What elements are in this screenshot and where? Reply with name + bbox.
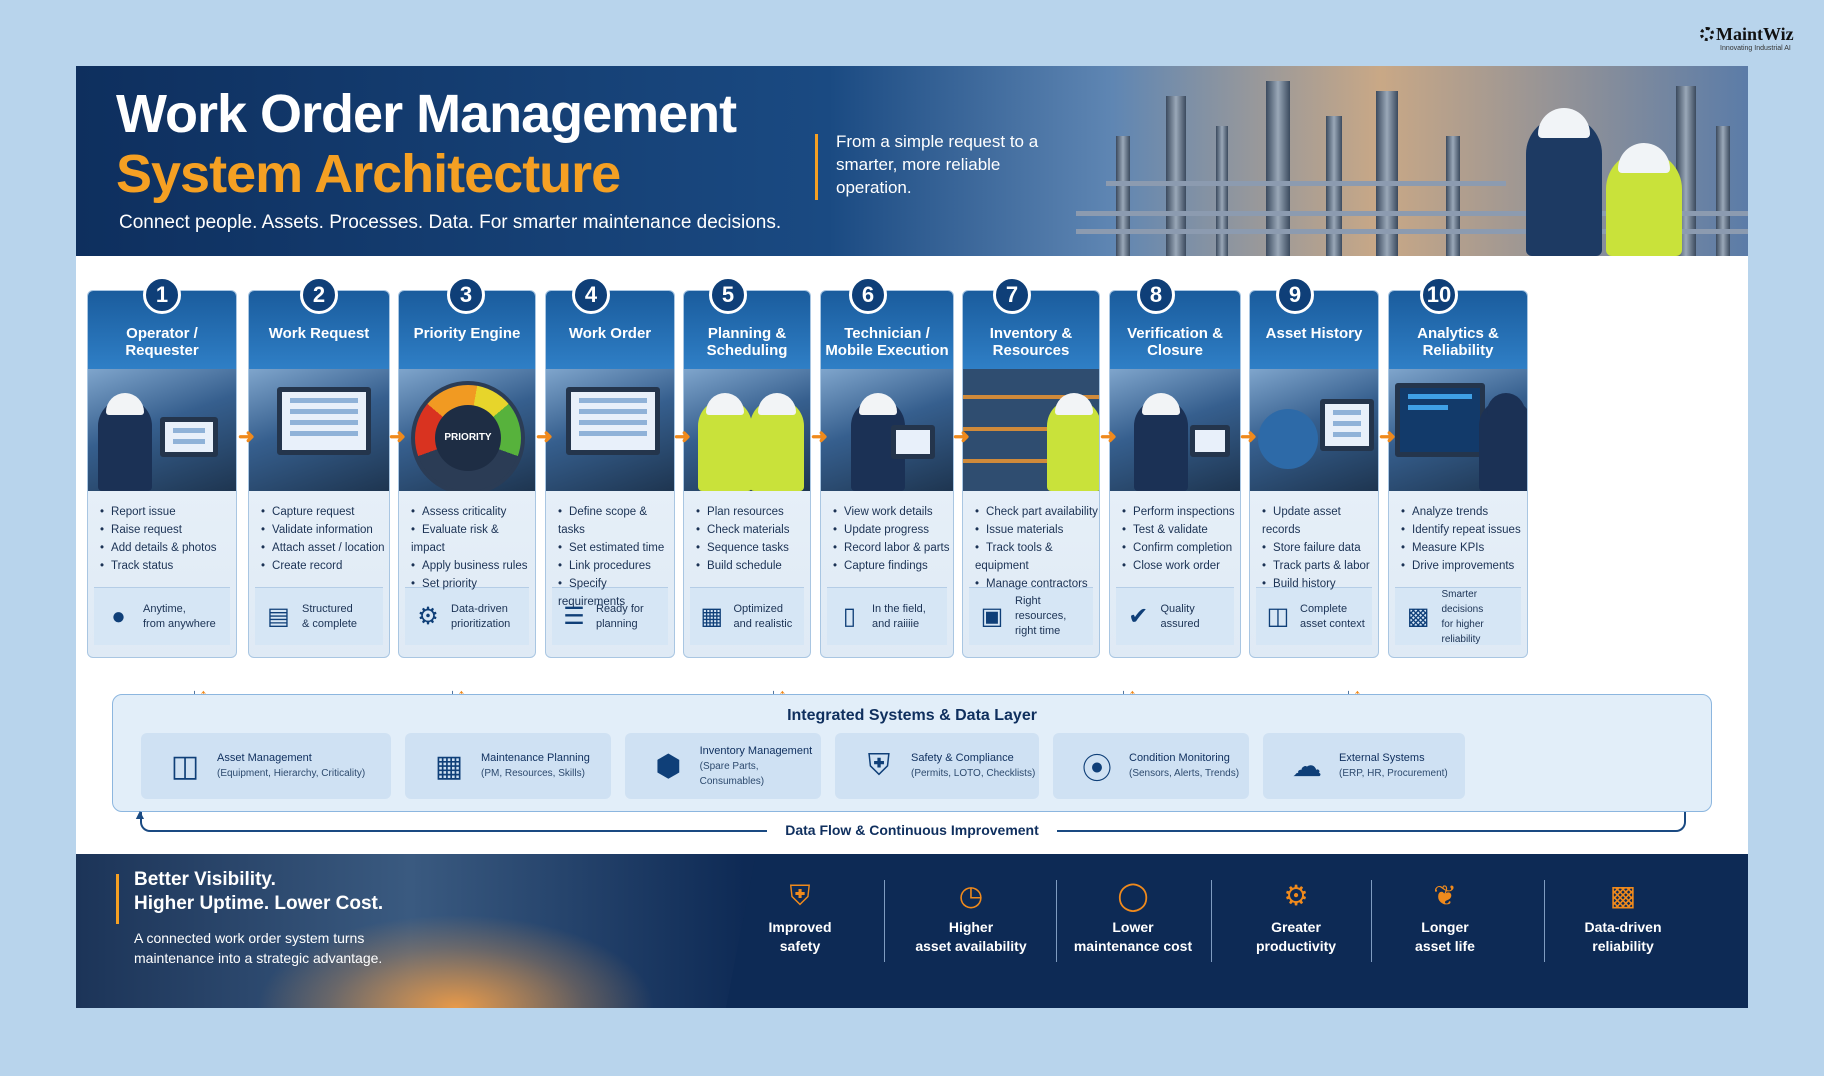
calendar-icon: ▦ bbox=[700, 603, 724, 630]
step-number-9: 9 bbox=[1276, 276, 1314, 314]
step-number-2: 2 bbox=[300, 276, 338, 314]
box-icon: ▣ bbox=[980, 603, 1004, 630]
data-flow-label: Data Flow & Continuous Improvement bbox=[76, 822, 1748, 840]
worker-figure bbox=[1606, 143, 1682, 256]
step-priority-engine: Priority Engine PRIORITY Assess critical… bbox=[398, 290, 536, 658]
hero-tagline: Connect people. Assets. Processes. Data.… bbox=[119, 212, 782, 233]
cube-icon: ⬢ bbox=[655, 749, 682, 783]
step-number-5: 5 bbox=[709, 276, 747, 314]
quote-accent-bar bbox=[815, 134, 818, 200]
bar-chart-icon: ▩ bbox=[1406, 603, 1430, 630]
system-condition-monitoring: ⦿ Condition Monitoring (Sensors, Alerts, T… bbox=[1053, 733, 1249, 799]
system-safety-compliance: ⛨ Safety & Compliance (Permits, LOTO, Chec… bbox=[835, 733, 1039, 799]
system-maintenance-planning: ▦ Maintenance Planning (PM, Resources, Ski… bbox=[405, 733, 611, 799]
system-inventory-management: ⬢ Inventory Management (Spare Parts, Consu… bbox=[625, 733, 821, 799]
step-image bbox=[963, 369, 1099, 491]
hero-quote: From a simple request to a smarter, more… bbox=[836, 132, 1039, 197]
database-icon: ◫ bbox=[170, 749, 200, 783]
step-number-8: 8 bbox=[1137, 276, 1175, 314]
step-inventory-resources: Inventory & Resources Check part availab… bbox=[962, 290, 1100, 658]
step-number-4: 4 bbox=[572, 276, 610, 314]
benefits-panel: ⛨ Improved safety ◷ Higher asset availabilit… bbox=[726, 854, 1748, 1008]
step-number-10: 10 bbox=[1420, 276, 1458, 314]
cloud-icon: ☁ bbox=[1292, 749, 1322, 783]
gear-logo-icon bbox=[1700, 27, 1714, 41]
step-image bbox=[821, 369, 953, 491]
step-operator: Operator / Requester Report issueRaise r… bbox=[87, 290, 237, 658]
arrow-right-icon: ➜ bbox=[1100, 426, 1117, 448]
footer-description: A connected work order system turns maint… bbox=[134, 930, 383, 966]
priority-gauge: PRIORITY bbox=[411, 381, 525, 491]
arrow-right-icon: ➜ bbox=[953, 426, 970, 448]
step-number-6: 6 bbox=[849, 276, 887, 314]
database-icon: ◫ bbox=[1266, 603, 1290, 630]
step-planning-scheduling: Planning & Scheduling Plan resourcesChec… bbox=[683, 290, 811, 658]
step-analytics-reliability: Analytics & Reliability Analyze trendsId… bbox=[1388, 290, 1528, 658]
system-asset-management: ◫ Asset Management (Equipment, Hierarchy, … bbox=[141, 733, 391, 799]
step-number-7: 7 bbox=[993, 276, 1031, 314]
step-number-3: 3 bbox=[447, 276, 485, 314]
arrow-right-icon: ➜ bbox=[674, 426, 691, 448]
gear-icon: ⚙ bbox=[417, 603, 439, 630]
integrated-data-layer: Integrated Systems & Data Layer ◫ Asset M… bbox=[112, 694, 1712, 812]
leaf-icon: ❦ bbox=[1433, 880, 1457, 911]
engineer-figure bbox=[1526, 108, 1602, 256]
growth-chart-icon: ▩ bbox=[1609, 880, 1637, 911]
step-image bbox=[88, 369, 236, 491]
step-image bbox=[1250, 369, 1378, 491]
benefit-asset-life: ❦ Longer asset life bbox=[1360, 880, 1530, 956]
step-technician-mobile: Technician / Mobile Execution View work … bbox=[820, 290, 954, 658]
arrow-up-icon: ▲ bbox=[133, 806, 147, 822]
calendar-icon: ▦ bbox=[434, 749, 464, 783]
benefit-reliability: ▩ Data-driven reliability bbox=[1538, 880, 1708, 956]
step-image bbox=[1110, 369, 1240, 491]
footer-headline: Better Visibility. Higher Uptime. Lower C… bbox=[134, 869, 384, 914]
step-image bbox=[1389, 369, 1527, 491]
page-title-line2: System Architecture bbox=[116, 144, 621, 204]
step-work-request: Work Request Capture requestValidate inf… bbox=[248, 290, 390, 658]
arrow-right-icon: ➜ bbox=[1240, 426, 1257, 448]
arrow-right-icon: ➜ bbox=[1379, 426, 1396, 448]
benefits-footer: Better Visibility. Higher Uptime. Lower C… bbox=[76, 854, 1748, 1008]
step-number-1: 1 bbox=[143, 276, 181, 314]
benefit-safety: ⛨ Improved safety bbox=[730, 880, 870, 956]
signal-icon: ⦿ bbox=[1082, 753, 1112, 786]
refinery-photo bbox=[1076, 66, 1748, 256]
hero-banner: Work Order Management System Architectur… bbox=[76, 66, 1748, 256]
step-image bbox=[684, 369, 810, 491]
footer-accent-bar bbox=[116, 874, 119, 924]
step-image bbox=[546, 369, 674, 491]
system-external-systems: ☁ External Systems (ERP, HR, Procurement) bbox=[1263, 733, 1465, 799]
shield-icon: ⛨ bbox=[789, 880, 811, 911]
mobile-icon: ▯ bbox=[842, 603, 857, 630]
arrow-right-icon: ➜ bbox=[389, 426, 406, 448]
step-work-order: Work Order Define scope & tasksSet estim… bbox=[545, 290, 675, 658]
shield-check-icon: ⛨ bbox=[867, 749, 891, 782]
person-icon: ● bbox=[111, 602, 126, 630]
step-verification-closure: Verification & Closure Perform inspectio… bbox=[1109, 290, 1241, 658]
step-image bbox=[249, 369, 389, 491]
brand-logo: MaintWiz Innovating Industrial AI bbox=[1700, 24, 1810, 53]
check-circle-icon: ✔ bbox=[1128, 603, 1149, 630]
page-title-line1: Work Order Management bbox=[116, 84, 737, 144]
arrow-right-icon: ➜ bbox=[811, 426, 828, 448]
priority-gauge-image: PRIORITY bbox=[399, 369, 535, 491]
infographic-card: Work Order Management System Architectur… bbox=[76, 66, 1748, 1008]
arrow-right-icon: ➜ bbox=[238, 426, 255, 448]
data-layer-title: Integrated Systems & Data Layer bbox=[787, 707, 1037, 724]
step-asset-history: Asset History Update asset recordsStore … bbox=[1249, 290, 1379, 658]
document-icon: ▤ bbox=[267, 603, 290, 630]
workflow-steps: Operator / Requester Report issueRaise r… bbox=[76, 276, 1748, 704]
arrow-right-icon: ➜ bbox=[536, 426, 553, 448]
checklist-icon: ☰ bbox=[563, 603, 585, 630]
